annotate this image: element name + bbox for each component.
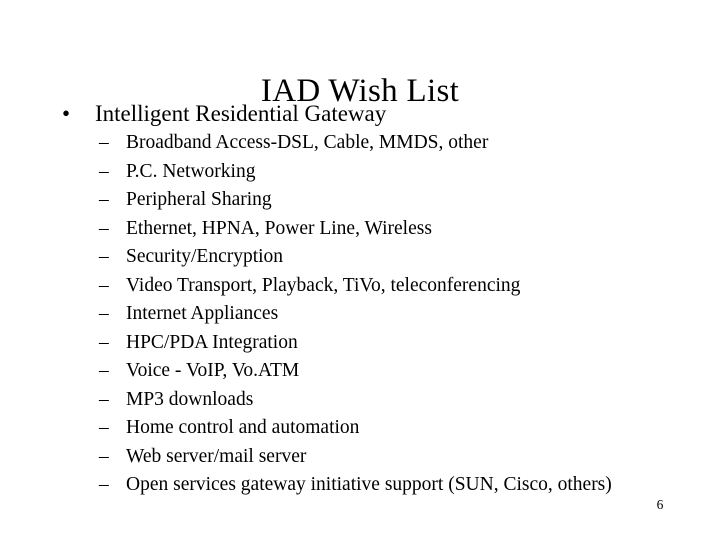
list-item: – Home control and automation (0, 414, 720, 443)
dash-bullet-icon: – (99, 417, 109, 438)
list-item: – Broadband Access-DSL, Cable, MMDS, oth… (0, 129, 720, 158)
dash-bullet-icon: – (99, 445, 109, 467)
list-item-label: Ethernet, HPNA, Power Line, Wireless (126, 217, 432, 239)
presentation-slide: IAD Wish List • Intelligent Residential … (0, 0, 720, 540)
list-item-label: P.C. Networking (126, 160, 256, 182)
list-item: – Peripheral Sharing (0, 186, 720, 215)
list-item-label: Web server/mail server (126, 445, 307, 467)
dash-bullet-icon: – (99, 274, 109, 296)
list-item-label: Broadband Access-DSL, Cable, MMDS, other (126, 132, 489, 153)
dash-bullet-icon: – (99, 303, 109, 324)
dash-bullet-icon: – (99, 246, 109, 267)
list-item: – Video Transport, Playback, TiVo, telec… (0, 272, 720, 301)
dash-bullet-icon: – (99, 217, 109, 239)
dash-bullet-icon: – (99, 331, 109, 353)
list-item: – P.C. Networking (0, 158, 720, 187)
list-item: – Security/Encryption (0, 243, 720, 272)
list-item-label: Peripheral Sharing (126, 189, 272, 210)
list-item: – HPC/PDA Integration (0, 329, 720, 358)
dash-bullet-icon: – (99, 388, 109, 410)
list-item-label: HPC/PDA Integration (126, 331, 298, 353)
page-number: 6 (656, 497, 664, 512)
list-item: – Open services gateway initiative suppo… (0, 471, 720, 500)
list-item: – MP3 downloads (0, 386, 720, 415)
dash-bullet-icon: – (99, 132, 109, 153)
list-item-label: MP3 downloads (126, 388, 254, 410)
list-item-level1: • Intelligent Residential Gateway (0, 99, 720, 129)
list-item: – Voice - VoIP, Vo.ATM (0, 357, 720, 386)
list-item-level1-label: Intelligent Residential Gateway (95, 101, 387, 126)
list-item-label: Home control and automation (126, 417, 360, 438)
list-item-label: Voice - VoIP, Vo.ATM (126, 360, 300, 381)
dash-bullet-icon: – (99, 160, 109, 182)
list-item-label: Security/Encryption (126, 246, 284, 267)
list-item: – Internet Appliances (0, 300, 720, 329)
dash-bullet-icon: – (99, 189, 109, 210)
list-item: – Ethernet, HPNA, Power Line, Wireless (0, 215, 720, 244)
list-item-label: Internet Appliances (126, 303, 279, 324)
list-item: – Web server/mail server (0, 443, 720, 472)
dash-bullet-icon: – (99, 474, 109, 495)
dash-bullet-icon: – (99, 360, 109, 381)
list-item-label: Open services gateway initiative support… (126, 474, 612, 495)
slide-body-list: • Intelligent Residential Gateway – Broa… (0, 99, 720, 500)
list-item-label: Video Transport, Playback, TiVo, telecon… (126, 274, 521, 296)
round-bullet-icon: • (62, 101, 71, 126)
sub-list-level2: – Broadband Access-DSL, Cable, MMDS, oth… (0, 129, 720, 500)
